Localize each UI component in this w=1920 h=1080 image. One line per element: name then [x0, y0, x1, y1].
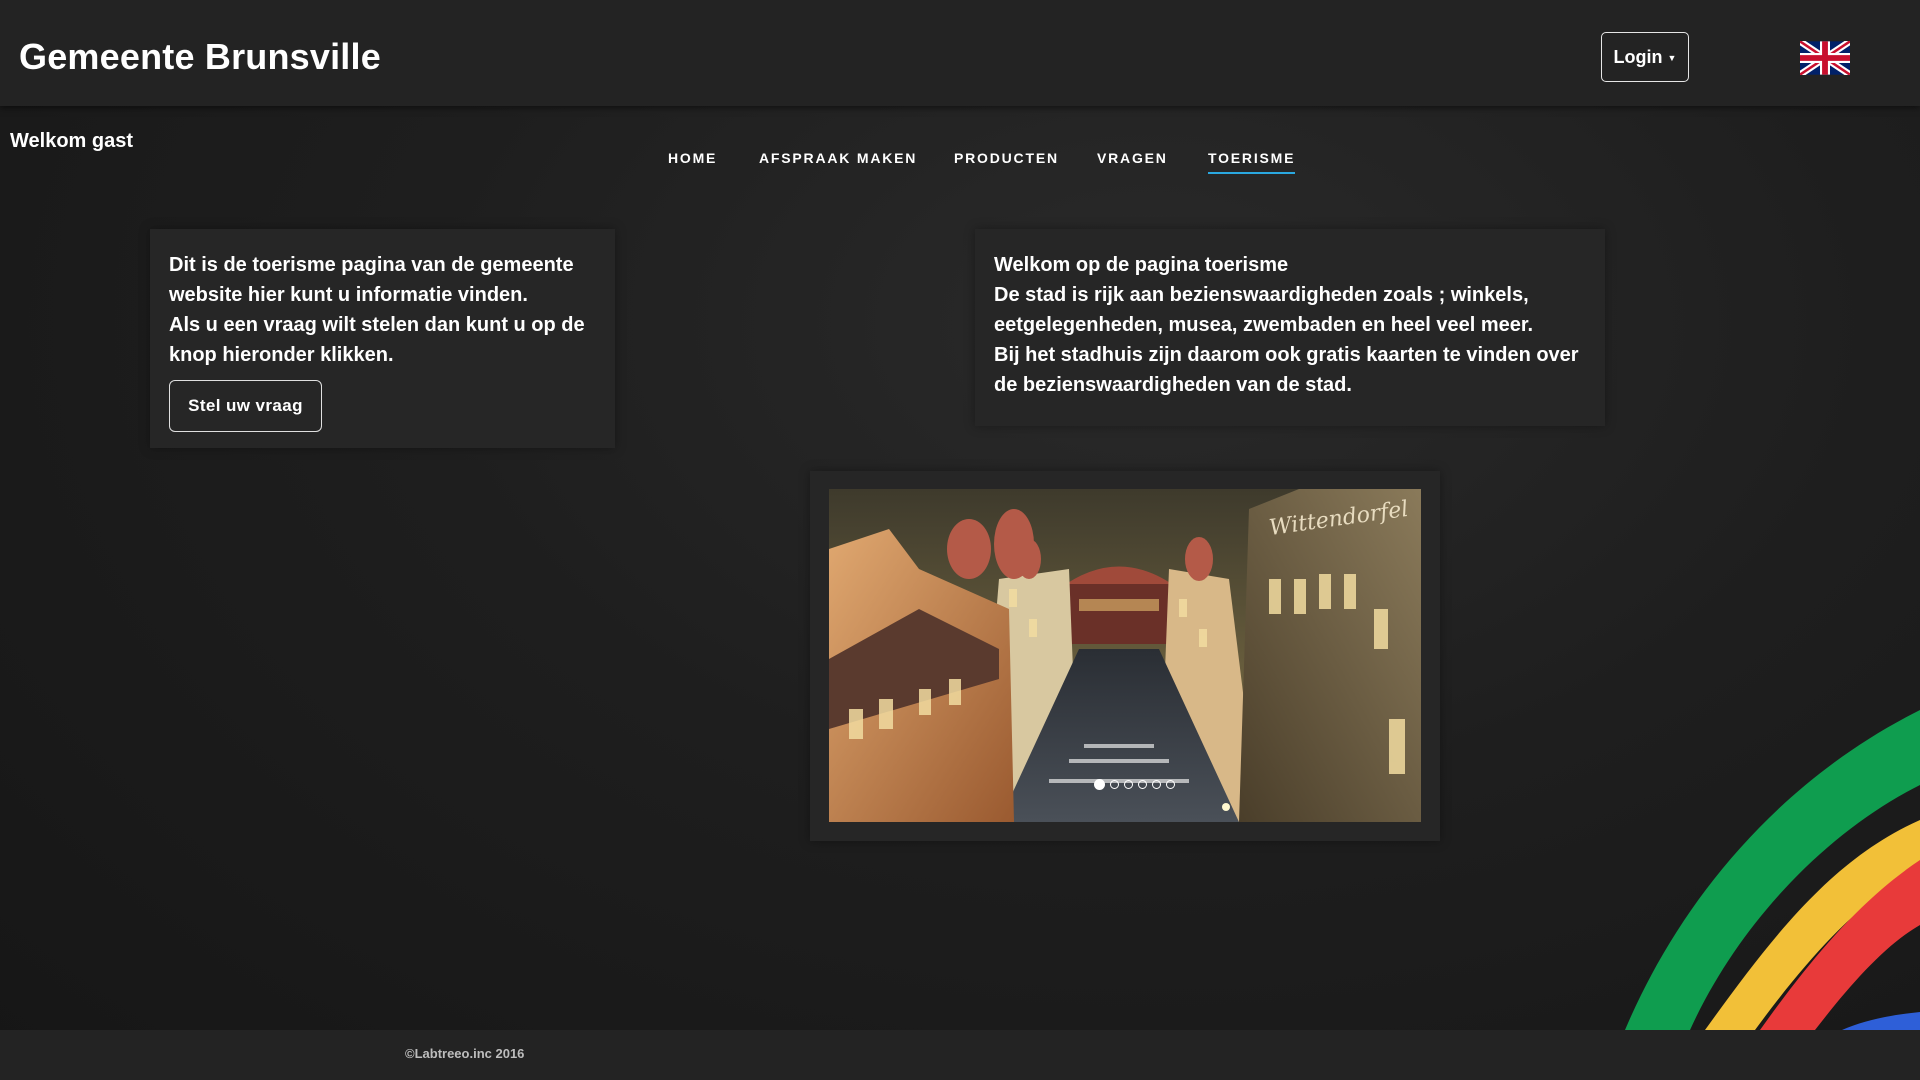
copyright-text: ©Labtreeo.inc 2016 — [405, 1046, 525, 1061]
intro-line: Als u een vraag wilt stelen dan kunt u o… — [169, 314, 585, 336]
main-nav: HOME AFSPRAAK MAKEN PRODUCTEN VRAGEN TOE… — [0, 150, 1920, 180]
footer: ©Labtreeo.inc 2016 — [0, 1030, 1920, 1080]
carousel-dot[interactable] — [1138, 780, 1147, 789]
ask-question-button[interactable]: Stel uw vraag — [169, 380, 322, 432]
carousel-dot[interactable] — [1094, 779, 1105, 790]
info-line: de bezienswaardigheden van de stad. — [994, 374, 1352, 396]
caret-down-icon: ▼ — [1667, 53, 1677, 63]
nav-producten[interactable]: PRODUCTEN — [954, 150, 1059, 172]
nav-vragen[interactable]: VRAGEN — [1097, 150, 1168, 172]
info-line: eetgelegenheden, musea, zwembaden en hee… — [994, 314, 1534, 336]
info-line: Bij het stadhuis zijn daarom ook gratis … — [994, 344, 1579, 366]
carousel-dot[interactable] — [1124, 780, 1133, 789]
intro-line: website hier kunt u informatie vinden. — [169, 284, 528, 306]
info-line: De stad is rijk aan bezienswaardigheden … — [994, 284, 1529, 306]
city-street-image: Wittendorfel — [829, 489, 1421, 822]
decorative-swoosh — [1625, 710, 1920, 1030]
carousel-slide[interactable]: Wittendorfel — [829, 489, 1421, 822]
intro-line: knop hieronder klikken. — [169, 344, 394, 366]
login-label: Login — [1613, 46, 1663, 67]
intro-line: Dit is de toerisme pagina van de gemeent… — [169, 254, 574, 276]
site-title[interactable]: Gemeente Brunsville — [19, 36, 381, 78]
nav-toerisme[interactable]: TOERISME — [1208, 150, 1296, 174]
login-dropdown-button[interactable]: Login ▼ — [1601, 32, 1689, 82]
image-carousel: Wittendorfel — [810, 471, 1440, 841]
nav-afspraak-maken[interactable]: AFSPRAAK MAKEN — [759, 150, 917, 172]
carousel-dot[interactable] — [1110, 780, 1119, 789]
carousel-dot[interactable] — [1152, 780, 1161, 789]
tourism-info-card: Welkom op de pagina toerisme De stad is … — [975, 229, 1605, 426]
nav-home[interactable]: HOME — [668, 150, 717, 172]
carousel-indicators — [1094, 779, 1175, 790]
intro-card: Dit is de toerisme pagina van de gemeent… — [150, 229, 615, 448]
uk-flag-icon[interactable] — [1800, 41, 1850, 75]
carousel-dot[interactable] — [1166, 780, 1175, 789]
top-bar: Gemeente Brunsville Login ▼ — [0, 0, 1920, 106]
info-line: Welkom op de pagina toerisme — [994, 254, 1289, 276]
